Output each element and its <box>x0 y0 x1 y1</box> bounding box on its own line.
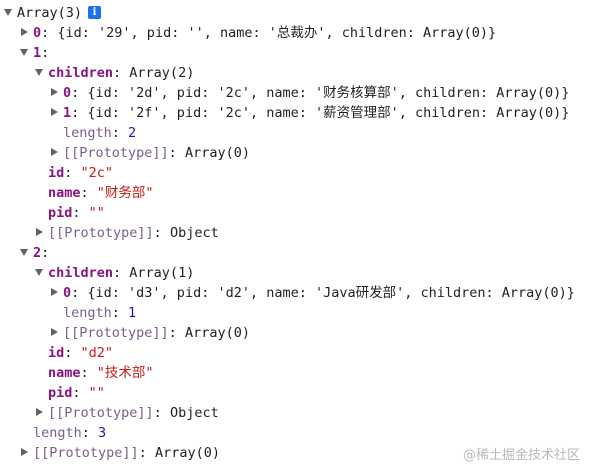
property-key: children <box>48 65 114 81</box>
property-pid: pid: "" <box>48 205 105 221</box>
tree-prototype[interactable]: [[Prototype]]: Array(0) <box>50 143 250 163</box>
expand-arrow-down-icon[interactable] <box>20 48 28 56</box>
item-index: 0 <box>33 25 42 41</box>
expand-arrow-right-icon[interactable] <box>21 448 28 456</box>
tree-item-2-0[interactable]: 0: {id: 'd3', pid: 'd2', name: 'Java研发部'… <box>50 283 575 303</box>
item-index: 1 <box>63 105 72 121</box>
console-array-root[interactable]: Array(3) i <box>4 3 102 23</box>
item-index: 2 <box>33 245 42 261</box>
tree-item-1-0[interactable]: 0: {id: '2d', pid: '2c', name: '财务核算部', … <box>50 83 569 103</box>
tree-prototype[interactable]: [[Prototype]]: Array(0) <box>20 443 220 463</box>
tree-item-2[interactable]: 2: <box>20 243 49 263</box>
watermark-text: @稀土掘金技术社区 <box>462 448 580 463</box>
expand-arrow-right-icon[interactable] <box>21 28 28 36</box>
expand-arrow-down-icon[interactable] <box>20 248 28 256</box>
property-value: Array(1) <box>129 265 195 281</box>
property-length: length: 1 <box>63 305 137 321</box>
tree-prototype[interactable]: [[Prototype]]: Object <box>35 403 219 423</box>
property-name: name: "财务部" <box>48 185 154 201</box>
property-length: length: 2 <box>63 125 137 141</box>
expand-arrow-right-icon[interactable] <box>51 88 58 96</box>
property-pid: pid: "" <box>48 385 105 401</box>
tree-item-0[interactable]: 0: {id: '29', pid: '', name: '总裁办', chil… <box>20 23 496 43</box>
tree-children-2[interactable]: children: Array(1) <box>35 263 194 283</box>
tree-prototype[interactable]: [[Prototype]]: Array(0) <box>50 323 250 343</box>
property-id: id: "2c" <box>48 165 114 181</box>
property-key: children <box>48 265 114 281</box>
expand-arrow-right-icon[interactable] <box>51 148 58 156</box>
item-index: 0 <box>63 285 72 301</box>
property-value: Array(2) <box>129 65 195 81</box>
array-summary: Array(3) <box>17 5 83 21</box>
tree-prototype[interactable]: [[Prototype]]: Object <box>35 223 219 243</box>
expand-arrow-down-icon[interactable] <box>4 8 12 16</box>
tree-item-1[interactable]: 1: <box>20 43 49 63</box>
expand-arrow-right-icon[interactable] <box>51 288 58 296</box>
expand-arrow-down-icon[interactable] <box>35 268 43 276</box>
item-index: 0 <box>63 85 72 101</box>
expand-arrow-down-icon[interactable] <box>35 68 43 76</box>
expand-arrow-right-icon[interactable] <box>51 108 58 116</box>
object-preview: {id: 'd3', pid: 'd2', name: 'Java研发部', c… <box>87 285 575 301</box>
item-index: 1 <box>33 45 42 61</box>
expand-arrow-right-icon[interactable] <box>36 228 43 236</box>
property-name: name: "技术部" <box>48 365 154 381</box>
object-preview: {id: '29', pid: '', name: '总裁办', childre… <box>57 25 497 41</box>
expand-arrow-right-icon[interactable] <box>51 328 58 336</box>
expand-arrow-right-icon[interactable] <box>36 408 43 416</box>
object-preview: {id: '2d', pid: '2c', name: '财务核算部', chi… <box>87 85 570 101</box>
property-length: length: 3 <box>33 425 107 441</box>
tree-item-1-1[interactable]: 1: {id: '2f', pid: '2c', name: '薪资管理部', … <box>50 103 569 123</box>
tree-children-1[interactable]: children: Array(2) <box>35 63 194 83</box>
property-id: id: "d2" <box>48 345 114 361</box>
object-preview: {id: '2f', pid: '2c', name: '薪资管理部', chi… <box>87 105 570 121</box>
info-icon[interactable]: i <box>88 5 102 19</box>
